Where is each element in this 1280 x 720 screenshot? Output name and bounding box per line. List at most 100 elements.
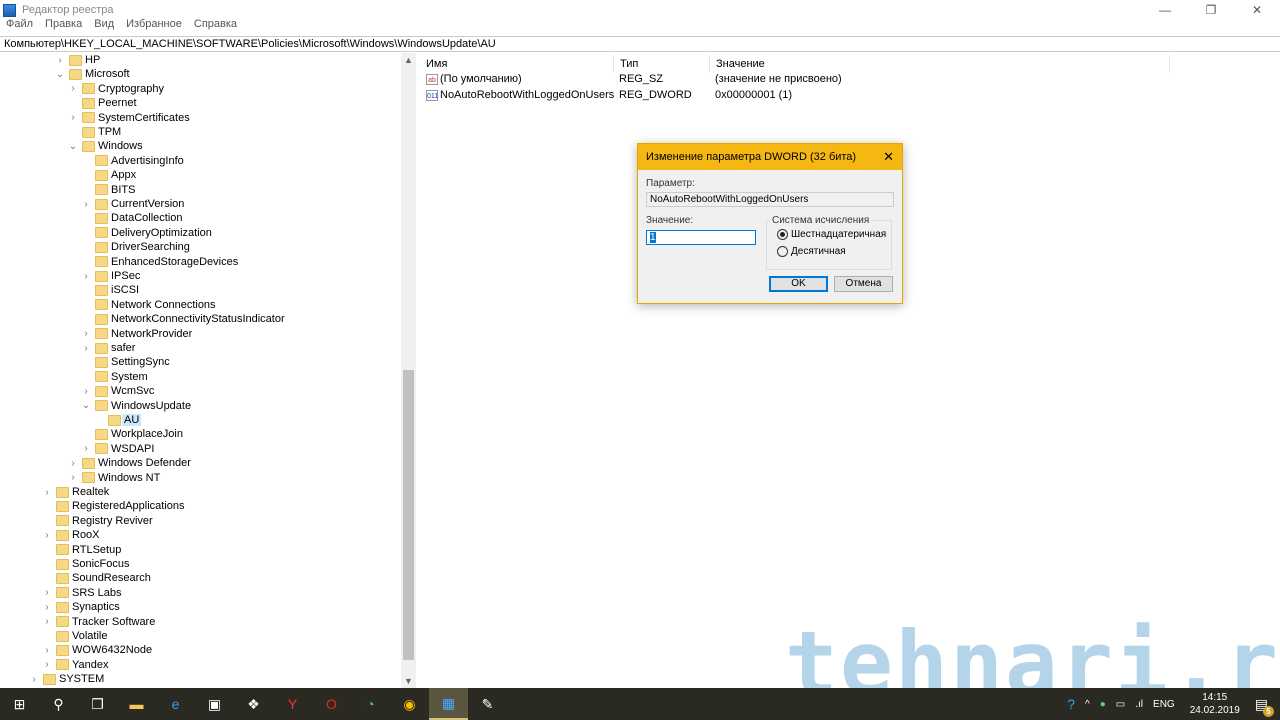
cancel-button[interactable]: Отмена [834,276,893,292]
expand-chevron-icon[interactable]: › [42,645,52,656]
opera-icon[interactable]: O [312,688,351,720]
tree-item[interactable]: › RooX [0,528,400,542]
expand-chevron-icon[interactable]: › [81,328,91,339]
tree-item[interactable]: EnhancedStorageDevices [0,255,400,269]
battery-icon[interactable]: ▭ [1116,699,1125,710]
expand-chevron-icon[interactable]: › [42,616,52,627]
registry-tree[interactable]: › HP ⌄ Microsoft › Cryptography Peernet › System… [0,53,416,688]
column-name[interactable]: Имя [420,55,614,73]
expand-chevron-icon[interactable]: › [42,602,52,613]
tree-item[interactable]: SettingSync [0,355,400,369]
tree-item[interactable]: › SRS Labs [0,586,400,600]
address-bar[interactable]: Компьютер\HKEY_LOCAL_MACHINE\SOFTWARE\Po… [0,36,1280,52]
tree-item[interactable]: › safer [0,341,400,355]
tree-item[interactable]: › WSDAPI [0,442,400,456]
regedit-taskbar-icon[interactable]: ▦ [429,688,468,720]
tray-chevron-icon[interactable]: ^ [1085,699,1090,710]
tree-item[interactable]: › NetworkProvider [0,327,400,341]
paint-icon[interactable]: ✎ [468,688,507,720]
tree-item[interactable]: › Windows NT [0,471,400,485]
expand-chevron-icon[interactable]: › [42,530,52,541]
radio-decimal[interactable]: Десятичная [777,246,846,257]
dialog-close-button[interactable]: ✕ [883,149,894,165]
monitor-app-icon[interactable]: ◔ [351,688,390,720]
tree-item[interactable]: SoundResearch [0,571,400,585]
maximize-button[interactable]: ❐ [1188,0,1234,20]
search-icon[interactable]: ⚲ [39,688,78,720]
menu-favorites[interactable]: Избранное [120,18,188,34]
menu-view[interactable]: Вид [88,18,120,34]
menu-file[interactable]: Файл [0,18,39,34]
expand-chevron-icon[interactable]: › [81,199,91,210]
collapse-chevron-icon[interactable]: ⌄ [55,69,65,80]
tree-item[interactable]: AU [0,413,400,427]
expand-chevron-icon[interactable]: › [68,83,78,94]
minimize-button[interactable]: — [1142,0,1188,20]
tree-item[interactable]: › WcmSvc [0,384,400,398]
expand-chevron-icon[interactable]: › [42,659,52,670]
tree-item[interactable]: DataCollection [0,211,400,225]
tree-item[interactable]: › IPSec [0,269,400,283]
scroll-up-icon[interactable]: ▲ [401,55,416,65]
expand-chevron-icon[interactable]: › [29,674,39,685]
tree-item[interactable]: AdvertisingInfo [0,154,400,168]
expand-chevron-icon[interactable]: › [55,55,65,66]
notifications-icon[interactable]: ▤ 5 [1255,696,1274,717]
tree-item[interactable]: Peernet [0,96,400,110]
tree-item[interactable]: › Cryptography [0,82,400,96]
expand-chevron-icon[interactable]: › [42,587,52,598]
menu-help[interactable]: Справка [188,18,243,34]
dropbox-icon[interactable]: ❖ [234,688,273,720]
tree-item[interactable]: NetworkConnectivityStatusIndicator [0,312,400,326]
tree-item[interactable]: › Windows Defender [0,456,400,470]
expand-chevron-icon[interactable]: › [81,443,91,454]
expand-chevron-icon[interactable]: › [68,458,78,469]
tree-item[interactable]: SonicFocus [0,557,400,571]
expand-chevron-icon[interactable]: › [68,112,78,123]
scrollbar-thumb[interactable] [403,370,414,660]
file-explorer-icon[interactable]: ▬ [117,688,156,720]
tree-item[interactable]: › Realtek [0,485,400,499]
edge-icon[interactable]: e [156,688,195,720]
expand-chevron-icon[interactable]: › [81,343,91,354]
task-view-icon[interactable]: ❐ [78,688,117,720]
tree-item[interactable]: TPM [0,125,400,139]
signal-icon[interactable]: .ıl [1135,699,1143,710]
menu-edit[interactable]: Правка [39,18,88,34]
tree-item[interactable]: › SYSTEM [0,672,400,686]
expand-chevron-icon[interactable]: › [42,487,52,498]
tree-item[interactable]: Appx [0,168,400,182]
tree-item[interactable]: › Yandex [0,658,400,672]
collapse-chevron-icon[interactable]: ⌄ [81,400,91,411]
yandex-browser-icon[interactable]: Y [273,688,312,720]
tree-item[interactable]: › HP [0,53,400,67]
tree-item[interactable]: ⌄ Microsoft [0,67,400,81]
language-indicator[interactable]: ENG [1153,699,1175,710]
tree-item[interactable]: › CurrentVersion [0,197,400,211]
ok-button[interactable]: OK [769,276,828,292]
tree-item[interactable]: DriverSearching [0,240,400,254]
expand-chevron-icon[interactable]: › [81,386,91,397]
tree-item[interactable]: › WOW6432Node [0,643,400,657]
column-value[interactable]: Значение [710,55,1170,73]
column-type[interactable]: Тип [614,55,710,73]
tree-item[interactable]: RegisteredApplications [0,499,400,513]
tree-item[interactable]: › Tracker Software [0,615,400,629]
close-button[interactable]: ✕ [1234,0,1280,20]
expand-chevron-icon[interactable]: › [68,472,78,483]
tree-item[interactable]: System [0,370,400,384]
chrome-icon[interactable]: ◉ [390,688,429,720]
tree-item[interactable]: WorkplaceJoin [0,427,400,441]
tree-item[interactable]: ⌄ WindowsUpdate [0,399,400,413]
tree-item[interactable]: DeliveryOptimization [0,226,400,240]
scroll-down-icon[interactable]: ▼ [401,676,416,686]
network-app-icon[interactable]: ● [1100,699,1106,710]
tree-item[interactable]: BITS [0,183,400,197]
start-icon[interactable]: ⊞ [0,688,39,720]
help-icon[interactable]: ? [1067,696,1075,712]
expand-chevron-icon[interactable]: › [81,271,91,282]
tree-item[interactable]: RTLSetup [0,543,400,557]
radio-hex[interactable]: Шестнадцатеричная [777,229,886,240]
tree-item[interactable]: ⌄ Windows [0,139,400,153]
tree-item[interactable]: Network Connections [0,298,400,312]
